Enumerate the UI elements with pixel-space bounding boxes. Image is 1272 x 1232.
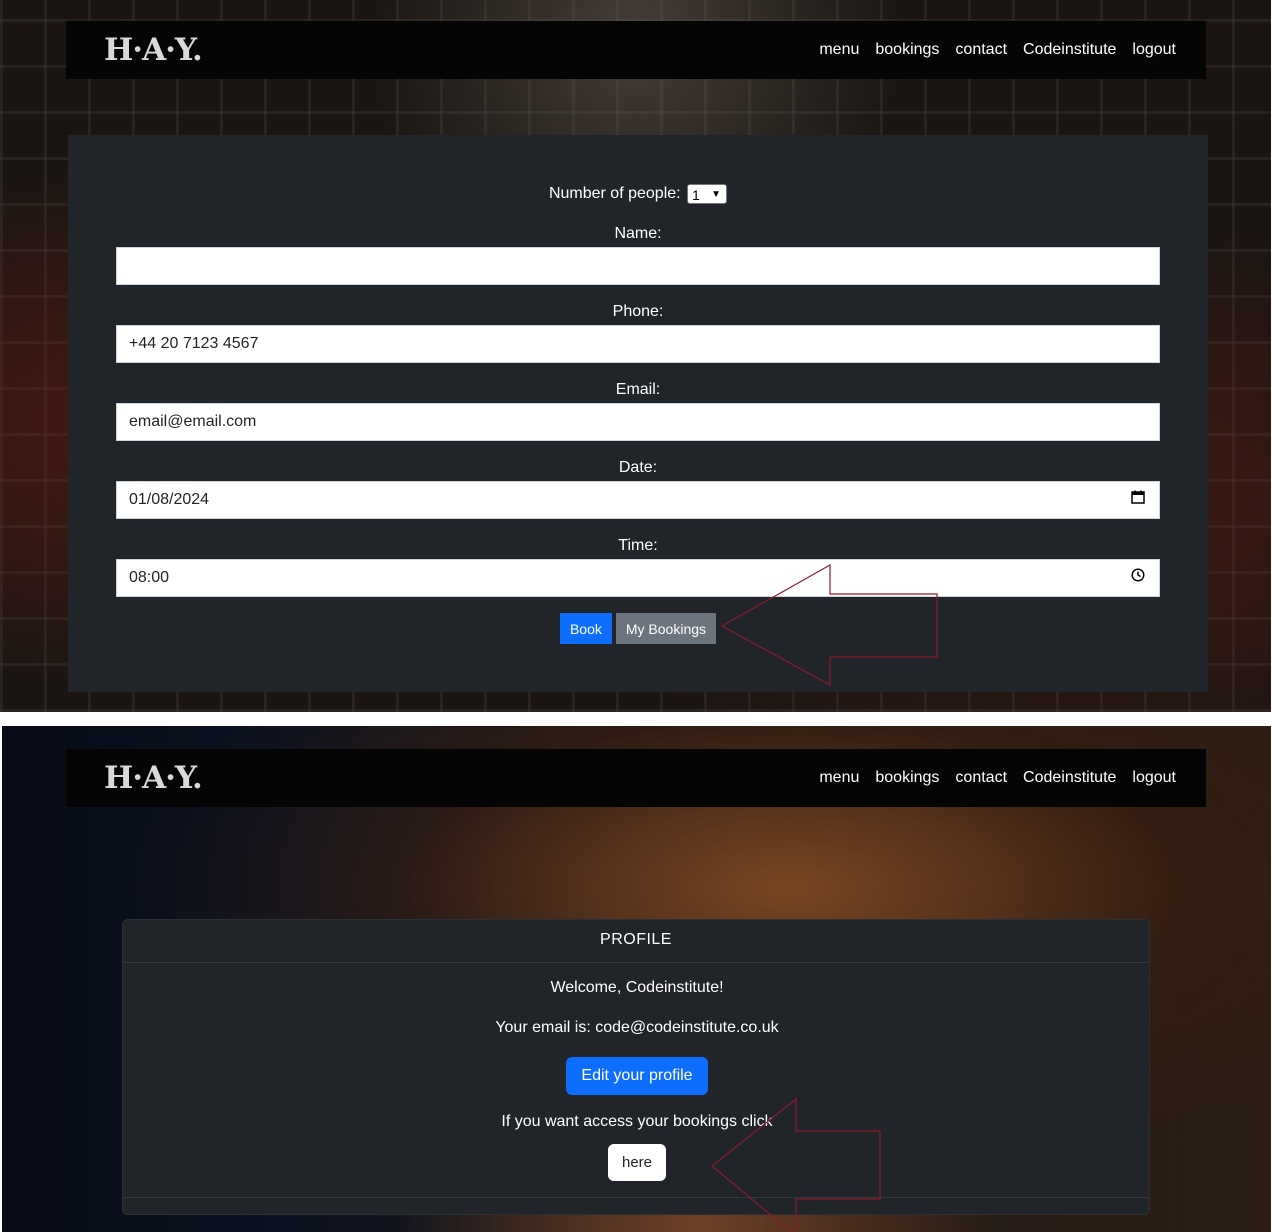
profile-card: PROFILE Welcome, Codeinstitute! Your ema…: [122, 919, 1150, 1215]
people-row: Number of people: 1 ▼: [68, 184, 1208, 204]
form-buttons: Book My Bookings: [68, 613, 1208, 644]
phone-input[interactable]: +44 20 7123 4567: [116, 325, 1160, 363]
welcome-text: Welcome, Codeinstitute!: [550, 979, 724, 996]
phone-input-value: +44 20 7123 4567: [129, 335, 259, 352]
profile-title: PROFILE: [123, 920, 1149, 963]
time-input[interactable]: 08:00: [116, 559, 1160, 597]
chevron-down-icon: ▼: [711, 189, 722, 200]
nav-link-bookings[interactable]: bookings: [875, 769, 939, 787]
email-text: Your email is: code@codeinstitute.co.uk: [495, 1019, 779, 1036]
nav-link-contact[interactable]: contact: [955, 769, 1007, 787]
nav-link-bookings[interactable]: bookings: [875, 41, 939, 59]
people-select[interactable]: 1 ▼: [687, 184, 728, 204]
nav-link-username[interactable]: Codeinstitute: [1023, 41, 1116, 59]
calendar-icon[interactable]: [1131, 482, 1145, 518]
booking-form: Number of people: 1 ▼ Name: Phone: +44 2…: [68, 135, 1208, 692]
name-label: Name:: [614, 225, 662, 242]
nav-link-contact[interactable]: contact: [955, 41, 1007, 59]
navbar: H·A·Y. menu bookings contact Codeinstitu…: [66, 21, 1206, 79]
time-input-value: 08:00: [129, 569, 170, 586]
nav-link-username[interactable]: Codeinstitute: [1023, 769, 1116, 787]
people-select-value: 1: [692, 187, 700, 203]
here-button[interactable]: here: [608, 1144, 666, 1181]
date-label: Date:: [618, 459, 658, 476]
nav-link-menu[interactable]: menu: [819, 769, 859, 787]
people-label: Number of people:: [548, 185, 681, 203]
nav-links: menu bookings contact Codeinstitute logo…: [819, 41, 1176, 59]
email-input[interactable]: email@email.com: [116, 403, 1160, 441]
brand-logo[interactable]: H·A·Y.: [104, 32, 203, 68]
navbar: H·A·Y. menu bookings contact Codeinstitu…: [66, 749, 1206, 807]
name-input[interactable]: [116, 247, 1160, 285]
nav-link-menu[interactable]: menu: [819, 41, 859, 59]
brand-logo[interactable]: H·A·Y.: [104, 760, 203, 796]
email-label: Email:: [615, 381, 661, 398]
time-label: Time:: [618, 537, 658, 554]
profile-footer-divider: [123, 1197, 1149, 1198]
edit-profile-button[interactable]: Edit your profile: [566, 1057, 708, 1095]
date-input-value: 01/08/2024: [129, 491, 210, 508]
clock-icon[interactable]: [1131, 560, 1145, 596]
nav-link-logout[interactable]: logout: [1132, 41, 1176, 59]
email-input-value: email@email.com: [129, 413, 257, 430]
nav-link-logout[interactable]: logout: [1132, 769, 1176, 787]
date-input[interactable]: 01/08/2024: [116, 481, 1160, 519]
booking-screenshot: H·A·Y. menu bookings contact Codeinstitu…: [0, 0, 1271, 712]
profile-screenshot: H·A·Y. menu bookings contact Codeinstitu…: [2, 726, 1271, 1232]
bookings-prompt-text: If you want access your bookings click: [501, 1113, 773, 1130]
phone-label: Phone:: [612, 303, 664, 320]
my-bookings-button[interactable]: My Bookings: [615, 613, 717, 644]
book-button[interactable]: Book: [559, 613, 612, 644]
nav-links: menu bookings contact Codeinstitute logo…: [819, 769, 1176, 787]
